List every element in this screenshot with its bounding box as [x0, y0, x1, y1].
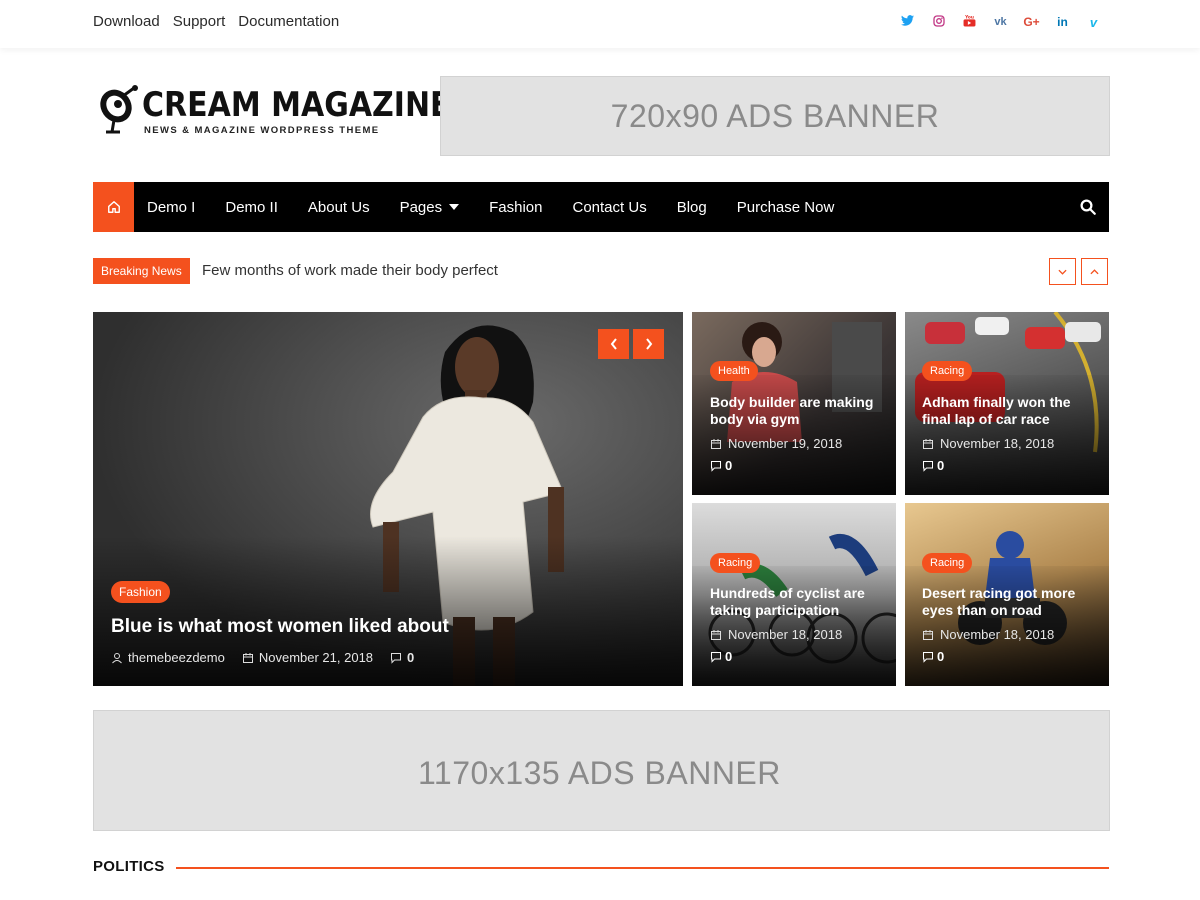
card-category-badge[interactable]: Health	[710, 361, 758, 381]
nav-item-pages-label: Pages	[399, 198, 443, 216]
hero-category-badge[interactable]: Fashion	[111, 581, 170, 603]
comment-icon	[711, 460, 721, 472]
calendar-icon	[242, 652, 253, 663]
comment-icon	[923, 651, 933, 663]
nav-item-blog[interactable]: Blog	[677, 199, 707, 216]
nav-item-about-us[interactable]: About Us	[308, 199, 370, 216]
hero-meta: themebeezdemo November 21, 2018 0	[111, 650, 414, 665]
chevron-right-icon	[645, 338, 652, 350]
instagram-icon[interactable]	[930, 14, 947, 30]
card-comments: 0	[710, 649, 732, 664]
comment-icon	[923, 460, 933, 472]
nav-item-contact-us[interactable]: Contact Us	[573, 199, 647, 216]
card-comments-count[interactable]: 0	[937, 649, 944, 664]
hero-date[interactable]: November 21, 2018	[259, 650, 373, 665]
search-icon[interactable]	[1079, 198, 1097, 216]
nav-item-pages[interactable]: Pages	[400, 199, 460, 216]
card-date-text[interactable]: November 18, 2018	[940, 436, 1054, 451]
nav-menu: Demo I Demo II About Us Pages Fashion Co…	[147, 182, 864, 232]
card-title[interactable]: Desert racing got more eyes than on road	[922, 585, 1097, 619]
card-category-badge[interactable]: Racing	[710, 553, 761, 573]
home-button[interactable]	[93, 182, 134, 232]
card-category-badge[interactable]: Racing	[922, 553, 973, 573]
top-bar: Download Support Documentation You vk G+…	[0, 0, 1200, 48]
vimeo-icon[interactable]: v	[1085, 15, 1102, 30]
card-comments-count[interactable]: 0	[725, 458, 732, 473]
card-comments: 0	[922, 458, 944, 473]
card-date-text[interactable]: November 18, 2018	[940, 627, 1054, 642]
svg-text:You: You	[964, 14, 974, 20]
card-date: November 19, 2018	[710, 436, 842, 451]
twitter-icon[interactable]	[899, 15, 916, 29]
card-date: November 18, 2018	[922, 627, 1054, 642]
hero-title[interactable]: Blue is what most women liked about	[111, 616, 449, 638]
card-date: November 18, 2018	[922, 436, 1054, 451]
slider-next-button[interactable]	[633, 329, 664, 359]
card-comments: 0	[922, 649, 944, 664]
site-logo[interactable]: CREAM MAGAZINE NEWS & MAGAZINE WORDPRESS…	[96, 84, 451, 140]
chevron-up-icon	[1090, 268, 1099, 274]
home-icon	[107, 201, 120, 213]
card-comments: 0	[710, 458, 732, 473]
section-divider	[176, 867, 1109, 869]
comment-icon	[391, 652, 402, 664]
user-icon	[112, 652, 122, 663]
bottom-ad-text: 1170x135 ADS BANNER	[418, 755, 781, 791]
card-category-badge[interactable]: Racing	[922, 361, 973, 381]
slider-prev-button[interactable]	[598, 329, 629, 359]
vk-icon[interactable]: vk	[992, 16, 1009, 28]
satellite-dish-icon	[100, 85, 138, 134]
card-title[interactable]: Hundreds of cyclist are taking participa…	[710, 585, 885, 619]
top-ad-text: 720x90 ADS BANNER	[610, 97, 940, 134]
card-comments-count[interactable]: 0	[937, 458, 944, 473]
card-date-text[interactable]: November 18, 2018	[728, 627, 842, 642]
chevron-down-icon	[1058, 269, 1067, 275]
card-title[interactable]: Adham finally won the final lap of car r…	[922, 394, 1097, 428]
card-title[interactable]: Body builder are making body via gym	[710, 394, 885, 428]
social-links: You vk G+ in v	[899, 14, 1102, 30]
linkedin-icon[interactable]: in	[1054, 15, 1071, 29]
support-link[interactable]: Support	[173, 13, 226, 30]
calendar-icon	[711, 438, 721, 449]
youtube-icon[interactable]: You	[961, 14, 978, 30]
hero-comments[interactable]: 0	[407, 650, 414, 665]
nav-item-fashion[interactable]: Fashion	[489, 199, 542, 216]
card-date: November 18, 2018	[710, 627, 842, 642]
calendar-icon	[711, 629, 721, 640]
calendar-icon	[923, 629, 933, 640]
card-overlay	[905, 375, 1109, 495]
ticker-up-button[interactable]	[1081, 258, 1108, 285]
card-overlay	[692, 375, 896, 495]
logo-title: CREAM MAGAZINE	[142, 86, 451, 126]
nav-item-demo-1[interactable]: Demo I	[147, 199, 195, 216]
nav-item-purchase-now[interactable]: Purchase Now	[737, 199, 835, 216]
card-comments-count[interactable]: 0	[725, 649, 732, 664]
breaking-news-text[interactable]: Few months of work made their body perfe…	[202, 262, 498, 279]
card-overlay	[692, 566, 896, 686]
ticker-down-button[interactable]	[1049, 258, 1076, 285]
section-title-politics: POLITICS	[93, 858, 165, 875]
card-overlay	[905, 566, 1109, 686]
caret-down-icon	[449, 204, 460, 210]
comment-icon	[711, 651, 721, 663]
top-links: Download Support Documentation	[93, 13, 339, 30]
download-link[interactable]: Download	[93, 13, 160, 30]
card-date-text[interactable]: November 19, 2018	[728, 436, 842, 451]
chevron-left-icon	[610, 338, 617, 350]
main-nav: Demo I Demo II About Us Pages Fashion Co…	[93, 182, 1109, 232]
nav-item-demo-2[interactable]: Demo II	[225, 199, 278, 216]
breaking-news-label: Breaking News	[93, 258, 190, 284]
top-ad-banner[interactable]: 720x90 ADS BANNER	[440, 76, 1110, 156]
calendar-icon	[923, 438, 933, 449]
hero-author[interactable]: themebeezdemo	[128, 650, 225, 665]
bottom-ad-banner[interactable]: 1170x135 ADS BANNER	[93, 710, 1110, 831]
documentation-link[interactable]: Documentation	[238, 13, 339, 30]
logo-subtitle: NEWS & MAGAZINE WORDPRESS THEME	[144, 125, 380, 136]
google-plus-icon[interactable]: G+	[1023, 15, 1040, 29]
